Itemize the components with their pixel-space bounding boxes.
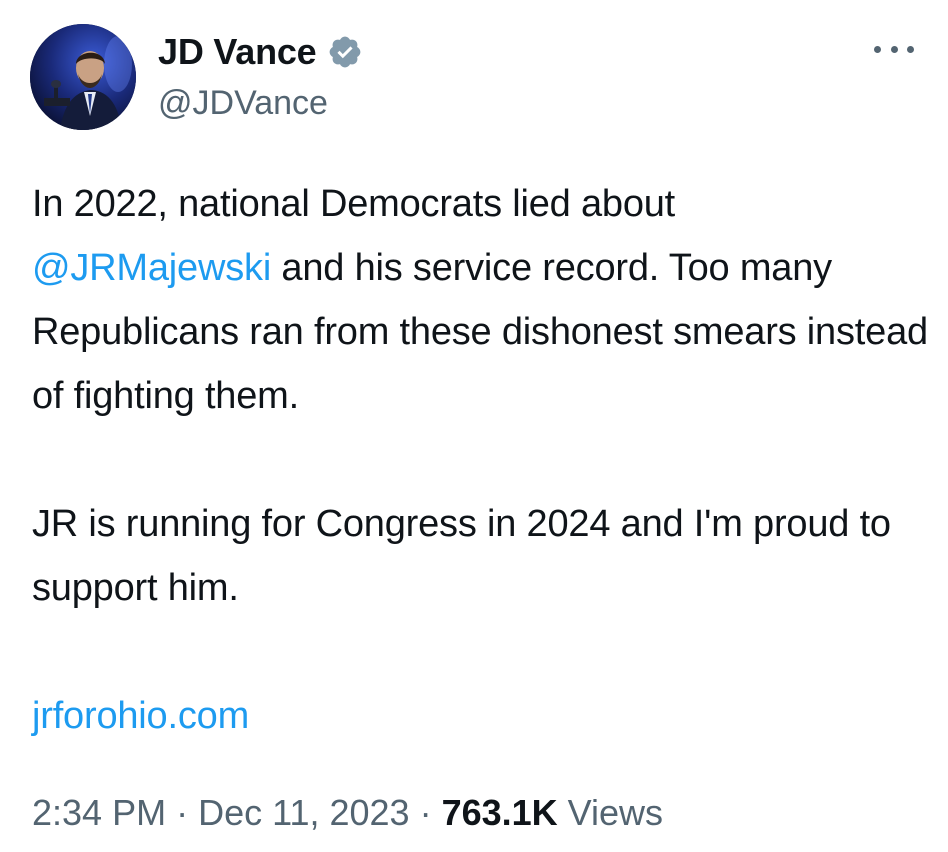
more-options-icon[interactable]	[874, 34, 914, 64]
verified-badge-icon[interactable]	[327, 34, 363, 70]
tweet-paragraph-2: JR is running for Congress in 2024 and I…	[32, 503, 891, 609]
views-count[interactable]: 763.1K	[442, 792, 558, 833]
tweet-header: JD Vance @JDVance	[30, 24, 920, 132]
meta-separator: ·	[409, 792, 442, 833]
tweet-paragraph-1: In 2022, national Democrats lied about @J…	[32, 172, 932, 428]
more-dot	[874, 45, 881, 53]
profile-photo-avatar	[30, 24, 136, 130]
display-name[interactable]: JD Vance	[158, 31, 317, 73]
tweet-text: In 2022, national Democrats lied about @J…	[32, 172, 932, 748]
tweet-card: JD Vance @JDVance In 2022, national Demo…	[0, 0, 948, 852]
more-dot	[907, 45, 914, 53]
handle[interactable]: @JDVance	[158, 84, 363, 123]
external-link[interactable]: jrforohio.com	[32, 684, 932, 748]
more-dot	[890, 45, 898, 53]
meta-separator: ·	[166, 792, 199, 833]
author-info: JD Vance @JDVance	[158, 28, 363, 123]
avatar[interactable]	[30, 24, 136, 130]
tweet-date[interactable]: Dec 11, 2023	[198, 792, 409, 833]
tweet-time[interactable]: 2:34 PM	[32, 792, 166, 833]
views-label: Views	[557, 792, 664, 833]
display-name-row: JD Vance	[158, 28, 363, 76]
tweet-meta: 2:34 PM · Dec 11, 2023 · 763.1K Views	[32, 792, 663, 834]
mention-link[interactable]: @JRMajewski	[32, 247, 271, 289]
tweet-text-prefix: In 2022, national Democrats lied about	[32, 183, 676, 225]
